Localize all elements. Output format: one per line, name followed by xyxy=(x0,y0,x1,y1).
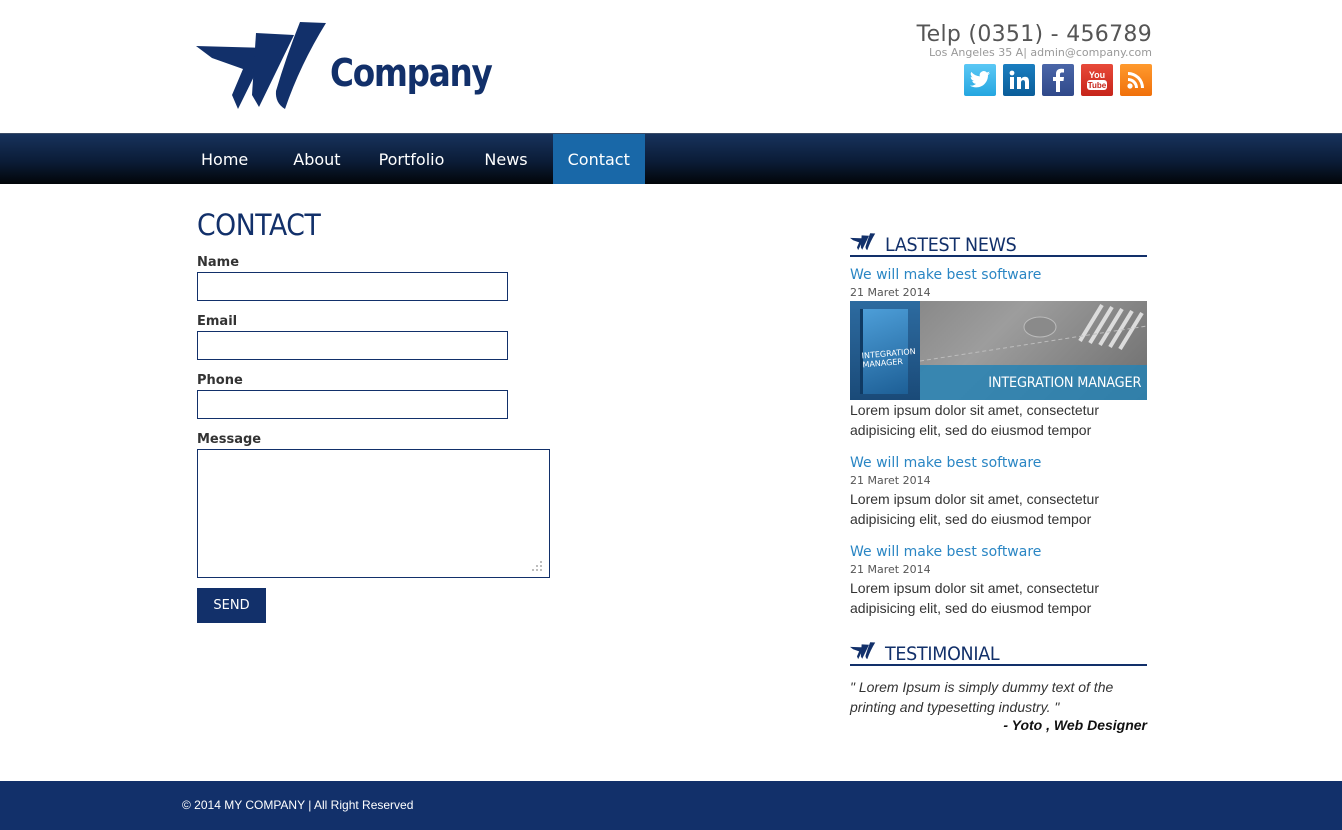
phone-field[interactable] xyxy=(197,390,508,419)
testimonial-author: - Yoto , Web Designer xyxy=(1003,717,1147,733)
latest-news-title: LASTEST NEWS xyxy=(885,234,1017,256)
news-excerpt: Lorem ipsum dolor sit amet, consectetur … xyxy=(850,491,1099,527)
nav-item-news[interactable]: News xyxy=(459,134,542,184)
crosswalk-image xyxy=(920,303,1147,362)
logo-mark-icon xyxy=(850,233,876,251)
footer-copyright: © 2014 MY COMPANY | All Right Reserved xyxy=(182,798,414,812)
message-label: Message xyxy=(197,432,262,447)
site-header: Company Telp (0351) - 456789 Los Angeles… xyxy=(0,0,1342,133)
nav-item-about[interactable]: About xyxy=(263,134,355,184)
page-title: CONTACT xyxy=(197,208,321,242)
name-field[interactable] xyxy=(197,272,508,301)
phone-label: Phone xyxy=(197,373,243,388)
news-title-link[interactable]: We will make best software xyxy=(850,267,1041,283)
news-image[interactable]: INTEGRATION MANAGER INTEGRATION MANAGER xyxy=(850,301,1147,400)
facebook-icon[interactable] xyxy=(1042,64,1074,96)
testimonial-quote: " Lorem Ipsum is simply dummy text of th… xyxy=(850,679,1114,715)
logo-text: Company xyxy=(330,51,493,95)
nav-item-portfolio[interactable]: Portfolio xyxy=(356,134,460,184)
news-date: 21 Maret 2014 xyxy=(850,286,931,299)
testimonial-title: TESTIMONIAL xyxy=(885,643,1000,665)
email-label: Email xyxy=(197,314,238,329)
youtube-icon[interactable]: You Tube xyxy=(1081,64,1113,96)
latest-news-heading: LASTEST NEWS xyxy=(850,231,1147,257)
name-label: Name xyxy=(197,255,240,270)
nav-item-contact[interactable]: Contact xyxy=(552,134,645,184)
email-field[interactable] xyxy=(197,331,508,360)
nav-item-home[interactable]: Home xyxy=(186,134,263,184)
site-footer: © 2014 MY COMPANY | All Right Reserved xyxy=(0,781,1342,830)
svg-text:You: You xyxy=(1089,70,1105,80)
news-title-link[interactable]: We will make best software xyxy=(850,544,1041,560)
news-title-link[interactable]: We will make best software xyxy=(850,455,1041,471)
svg-text:Tube: Tube xyxy=(1088,81,1107,90)
linkedin-icon[interactable] xyxy=(1003,64,1035,96)
contact-info: Telp (0351) - 456789 Los Angeles 35 A| a… xyxy=(917,22,1152,59)
product-box-text: INTEGRATION MANAGER xyxy=(861,346,917,370)
logo-mark-icon xyxy=(850,642,876,660)
news-excerpt: Lorem ipsum dolor sit amet, consectetur … xyxy=(850,580,1099,616)
rss-icon[interactable] xyxy=(1120,64,1152,96)
news-date: 21 Maret 2014 xyxy=(850,563,931,576)
header-address: Los Angeles 35 A| admin@company.com xyxy=(929,46,1152,59)
company-logo[interactable]: Company xyxy=(196,21,493,113)
news-date: 21 Maret 2014 xyxy=(850,474,931,487)
message-textarea[interactable] xyxy=(197,449,550,578)
logo-mark-icon xyxy=(196,22,326,109)
social-links: You Tube xyxy=(964,64,1152,96)
image-caption: INTEGRATION MANAGER xyxy=(988,375,1141,391)
news-excerpt: Lorem ipsum dolor sit amet, consectetur … xyxy=(850,402,1099,438)
header-phone: Telp (0351) - 456789 xyxy=(916,22,1152,47)
product-box-image: INTEGRATION MANAGER xyxy=(850,301,920,400)
twitter-icon[interactable] xyxy=(964,64,996,96)
send-button[interactable]: SEND xyxy=(197,588,266,623)
testimonial-heading: TESTIMONIAL xyxy=(850,640,1147,666)
main-nav: Home About Portfolio News Contact xyxy=(0,133,1342,184)
resize-grip-icon[interactable] xyxy=(530,559,544,573)
